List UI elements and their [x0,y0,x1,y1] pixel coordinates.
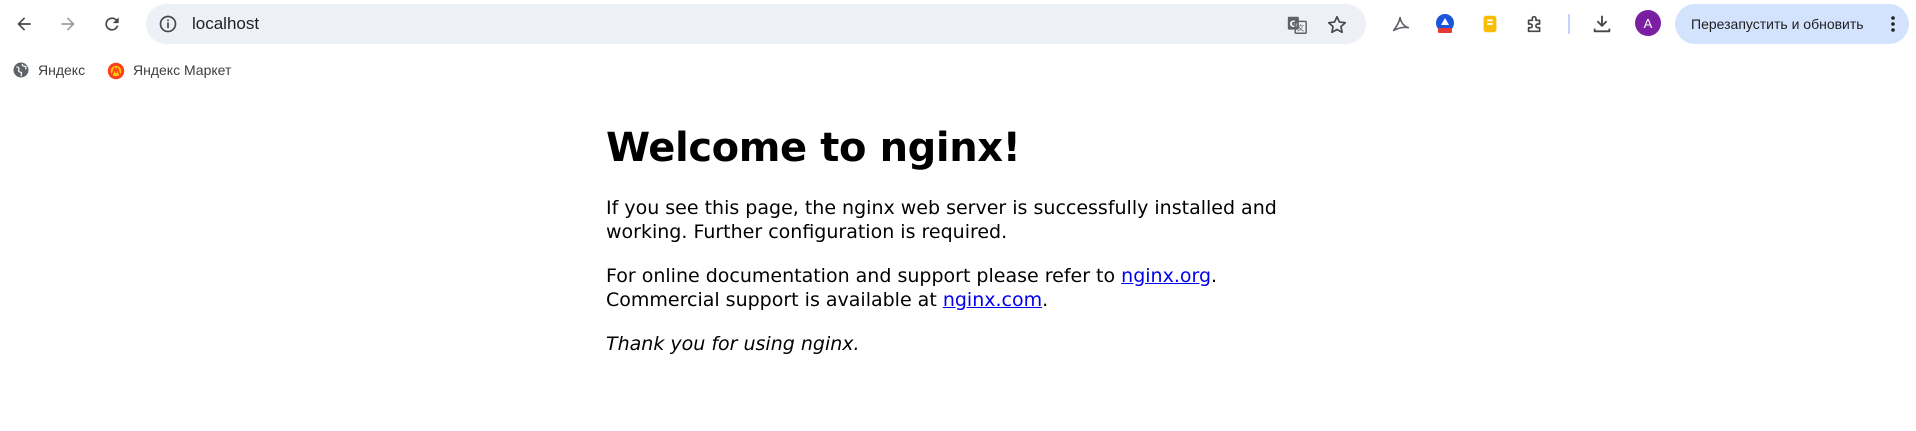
svg-text:G: G [1290,19,1298,30]
translate-button[interactable]: G文 [1284,12,1310,38]
nginx-com-link[interactable]: nginx.com [943,289,1042,311]
relaunch-label: Перезапустить и обновить [1691,16,1864,32]
commercial-period: . [1042,289,1049,311]
profile-avatar[interactable]: A [1635,10,1661,36]
reload-button[interactable] [96,8,128,40]
thanks-paragraph: Thank you for using nginx. [606,333,860,355]
info-icon [159,15,177,33]
bookmarks-bar: Яндекс Яндекс Маркет [0,56,1916,84]
extensions-button[interactable] [1521,10,1549,38]
acrobat-extension-icon [1392,16,1410,32]
vpn-extension-icon [1436,14,1454,33]
downloads-button[interactable] [1588,10,1616,38]
page-title: Welcome to nginx! [606,125,1021,171]
back-arrow-icon [17,17,31,31]
globe-icon [12,61,30,79]
docs-period: . [1211,265,1218,287]
toolbar-divider [1568,14,1570,34]
nginx-org-link[interactable]: nginx.org [1121,265,1211,287]
url-text[interactable]: localhost [192,14,259,34]
puzzle-icon [1527,15,1541,33]
bookmark-yandex[interactable]: Яндекс [12,58,85,82]
site-info-button[interactable] [156,12,180,36]
page-content: Welcome to nginx! If you see this page, … [606,120,1306,356]
yandex-market-icon [107,61,125,80]
bookmark-label: Яндекс Маркет [133,62,232,78]
translate-icon: G文 [1287,16,1307,34]
docs-text: For online documentation and support ple… [606,265,1122,287]
star-icon [1327,15,1347,34]
bookmark-yandex-market[interactable]: Яндекс Маркет [107,58,231,82]
forward-button[interactable] [52,8,84,40]
reload-icon [105,17,119,31]
notes-extension-icon [1483,15,1497,33]
vpn-extension[interactable] [1431,10,1459,38]
acrobat-extension[interactable] [1387,10,1415,38]
bookmark-label: Яндекс [38,62,86,78]
kebab-menu-icon [1891,16,1895,32]
bookmark-star-button[interactable] [1324,12,1350,38]
intro-paragraph: If you see this page, the nginx web serv… [606,197,1277,243]
svg-text:文: 文 [1297,24,1305,33]
commercial-text: Commercial support is available at [606,289,943,311]
download-icon [1593,15,1611,33]
address-bar[interactable]: localhost G文 [146,4,1366,44]
back-button[interactable] [8,8,40,40]
notes-extension[interactable] [1476,10,1504,38]
browser-menu-button[interactable] [1883,14,1903,34]
browser-toolbar: localhost G文 A Перезапустить и обновить [0,0,1916,48]
forward-arrow-icon [61,17,75,31]
relaunch-update-button[interactable]: Перезапустить и обновить [1675,4,1909,44]
docs-paragraph: For online documentation and support ple… [606,264,1306,312]
